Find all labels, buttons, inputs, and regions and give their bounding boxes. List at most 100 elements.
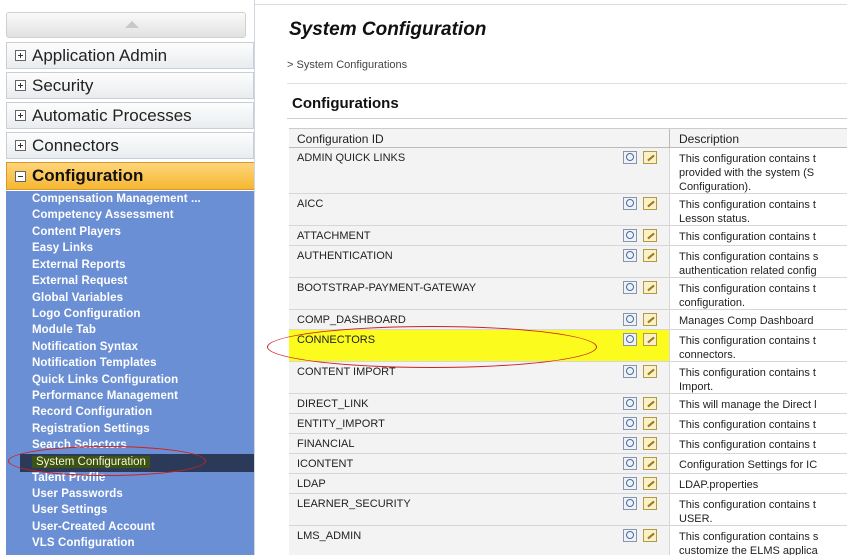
config-id[interactable]: ATTACHMENT — [297, 230, 371, 242]
view-icon[interactable] — [623, 497, 637, 510]
submenu-item[interactable]: Notification Syntax — [32, 341, 138, 353]
table-row[interactable]: ICONTENT Configuration Settings for IC — [289, 454, 847, 474]
view-icon[interactable] — [623, 477, 637, 490]
submenu-item[interactable]: User-Created Account — [32, 521, 155, 533]
edit-icon[interactable] — [643, 457, 657, 470]
edit-icon[interactable] — [643, 365, 657, 378]
table-row[interactable]: CONTENT IMPORT This configuration contai… — [289, 362, 847, 394]
config-id[interactable]: ENTITY_IMPORT — [297, 418, 385, 430]
table-row[interactable]: DIRECT_LINK This will manage the Direct … — [289, 394, 847, 414]
edit-icon[interactable] — [643, 249, 657, 262]
submenu-item[interactable]: Registration Settings — [32, 423, 150, 435]
nav-configuration[interactable]: Configuration — [6, 162, 275, 190]
view-icon[interactable] — [623, 151, 637, 164]
divider — [669, 226, 670, 245]
config-description: This configuration contains t — [679, 419, 816, 431]
breadcrumb[interactable]: > System Configurations — [287, 59, 407, 71]
submenu-item[interactable]: Compensation Management ... — [32, 193, 201, 205]
table-row[interactable]: FINANCIAL This configuration contains t — [289, 434, 847, 454]
config-id[interactable]: ICONTENT — [297, 458, 353, 470]
divider — [287, 83, 847, 84]
submenu-item[interactable]: User Passwords — [32, 488, 123, 500]
table-row[interactable]: ATTACHMENT This configuration contains t — [289, 226, 847, 246]
view-icon[interactable] — [623, 313, 637, 326]
divider — [669, 526, 670, 555]
config-description: This configuration contains t — [679, 439, 816, 451]
column-header-description[interactable]: Description — [679, 132, 739, 146]
minus-icon — [15, 170, 26, 182]
table-row[interactable]: AICC This configuration contains t Lesso… — [289, 194, 847, 226]
edit-icon[interactable] — [643, 497, 657, 510]
submenu-item[interactable]: Global Variables — [32, 292, 123, 304]
edit-icon[interactable] — [643, 281, 657, 294]
config-description: This configuration contains t configurat… — [679, 283, 816, 309]
divider — [669, 310, 670, 329]
table-row[interactable]: LMS_ADMIN This configuration contains s … — [289, 526, 847, 555]
config-id[interactable]: AICC — [297, 198, 323, 210]
view-icon[interactable] — [623, 281, 637, 294]
divider — [287, 118, 847, 119]
view-icon[interactable] — [623, 417, 637, 430]
submenu-item[interactable]: Quick Links Configuration — [32, 374, 178, 386]
config-id[interactable]: COMP_DASHBOARD — [297, 314, 406, 326]
table-row[interactable]: BOOTSTRAP-PAYMENT-GATEWAY This configura… — [289, 278, 847, 310]
column-header-id[interactable]: Configuration ID — [297, 132, 384, 146]
main-content: System Configuration > System Configurat… — [254, 0, 847, 555]
submenu-item[interactable]: Module Tab — [32, 324, 96, 336]
edit-icon[interactable] — [643, 197, 657, 210]
config-id[interactable]: LMS_ADMIN — [297, 530, 361, 542]
collapse-up-icon — [125, 21, 139, 28]
edit-icon[interactable] — [643, 313, 657, 326]
edit-icon[interactable] — [643, 437, 657, 450]
nav-application-admin[interactable]: Application Admin — [6, 42, 254, 69]
table-row[interactable]: ADMIN QUICK LINKS This configuration con… — [289, 148, 847, 194]
edit-icon[interactable] — [643, 477, 657, 490]
view-icon[interactable] — [623, 365, 637, 378]
view-icon[interactable] — [623, 333, 637, 346]
table-row[interactable]: LEARNER_SECURITY This configuration cont… — [289, 494, 847, 526]
view-icon[interactable] — [623, 249, 637, 262]
submenu-item[interactable]: User Settings — [32, 504, 107, 516]
submenu-item[interactable]: Content Players — [32, 226, 121, 238]
config-id[interactable]: LDAP — [297, 478, 326, 490]
submenu-item[interactable]: External Reports — [32, 259, 126, 271]
nav-automatic-processes[interactable]: Automatic Processes — [6, 102, 254, 129]
edit-icon[interactable] — [643, 397, 657, 410]
config-id[interactable]: ADMIN QUICK LINKS — [297, 152, 405, 164]
table-row[interactable]: LDAP LDAP.properties — [289, 474, 847, 494]
config-id[interactable]: DIRECT_LINK — [297, 398, 369, 410]
edit-icon[interactable] — [643, 333, 657, 346]
config-id[interactable]: AUTHENTICATION — [297, 250, 393, 262]
submenu-item[interactable]: External Request — [32, 275, 128, 287]
view-icon[interactable] — [623, 229, 637, 242]
edit-icon[interactable] — [643, 529, 657, 542]
edit-icon[interactable] — [643, 151, 657, 164]
sidebar-collapse-toggle[interactable] — [6, 12, 246, 38]
config-id[interactable]: FINANCIAL — [297, 438, 354, 450]
config-id[interactable]: BOOTSTRAP-PAYMENT-GATEWAY — [297, 282, 476, 294]
view-icon[interactable] — [623, 457, 637, 470]
submenu-item[interactable]: VLS Configuration — [32, 537, 135, 549]
table-row[interactable]: ENTITY_IMPORT This configuration contain… — [289, 414, 847, 434]
submenu-item[interactable]: Record Configuration — [32, 406, 152, 418]
submenu-item[interactable]: Logo Configuration — [32, 308, 140, 320]
config-description: This configuration contains t provided w… — [679, 153, 816, 193]
table-row[interactable]: AUTHENTICATION This configuration contai… — [289, 246, 847, 278]
submenu-item[interactable]: Performance Management — [32, 390, 178, 402]
edit-icon[interactable] — [643, 229, 657, 242]
view-icon[interactable] — [623, 197, 637, 210]
view-icon[interactable] — [623, 529, 637, 542]
config-description: This will manage the Direct l — [679, 399, 817, 411]
submenu-item[interactable]: Easy Links — [32, 242, 93, 254]
view-icon[interactable] — [623, 437, 637, 450]
config-id[interactable]: CONTENT IMPORT — [297, 366, 396, 378]
configuration-submenu: Compensation Management ... Competency A… — [6, 191, 254, 555]
nav-security[interactable]: Security — [6, 72, 254, 99]
nav-connectors[interactable]: Connectors — [6, 132, 254, 159]
submenu-item[interactable]: Competency Assessment — [32, 209, 174, 221]
config-id[interactable]: LEARNER_SECURITY — [297, 498, 411, 510]
view-icon[interactable] — [623, 397, 637, 410]
edit-icon[interactable] — [643, 417, 657, 430]
submenu-item[interactable]: Notification Templates — [32, 357, 157, 369]
config-description: Manages Comp Dashboard — [679, 315, 814, 327]
